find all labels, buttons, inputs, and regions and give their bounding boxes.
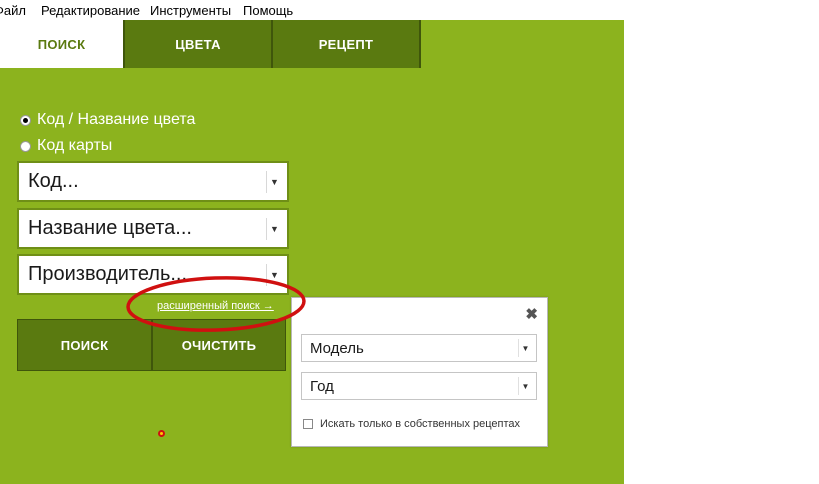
- color-name-dropdown[interactable]: Название цвета... ▼: [17, 208, 289, 249]
- radio-code-name[interactable]: Код / Название цвета: [20, 111, 195, 129]
- search-button[interactable]: ПОИСК: [17, 319, 152, 371]
- manufacturer-dropdown-value: Производитель...: [28, 263, 188, 285]
- model-dropdown[interactable]: Модель ▼: [301, 334, 537, 362]
- chevron-down-icon[interactable]: ▼: [266, 170, 282, 193]
- menu-file[interactable]: Файл: [0, 3, 26, 18]
- advanced-search-link[interactable]: расширенный поиск →: [157, 300, 274, 312]
- radio-button-checked[interactable]: [20, 114, 31, 126]
- model-dropdown-value: Модель: [310, 339, 364, 357]
- chevron-down-icon[interactable]: ▼: [266, 263, 282, 286]
- menu-help[interactable]: Помощь: [243, 3, 293, 18]
- tab-colors[interactable]: ЦВЕТА: [125, 20, 273, 68]
- chevron-down-icon[interactable]: ▼: [518, 377, 532, 395]
- radio-button[interactable]: [20, 140, 31, 152]
- own-recipes-option[interactable]: Искать только в собственных рецептах: [303, 418, 520, 430]
- own-recipes-label: Искать только в собственных рецептах: [320, 418, 521, 430]
- tab-bar: ПОИСК ЦВЕТА РЕЦЕПТ: [0, 20, 624, 68]
- own-recipes-checkbox[interactable]: [303, 419, 313, 429]
- radio-card-code-label: Код карты: [37, 137, 113, 154]
- close-icon[interactable]: ✖: [525, 305, 538, 323]
- tab-search[interactable]: ПОИСК: [0, 20, 125, 68]
- menu-edit[interactable]: Редактирование: [41, 3, 140, 18]
- chevron-down-icon[interactable]: ▼: [518, 339, 532, 357]
- color-name-dropdown-value: Название цвета...: [28, 217, 192, 239]
- menu-bar: Файл Редактирование Инструменты Помощь: [0, 0, 819, 20]
- menu-tools[interactable]: Инструменты: [150, 3, 231, 18]
- clear-button[interactable]: ОЧИСТИТЬ: [152, 319, 286, 371]
- manufacturer-dropdown[interactable]: Производитель... ▼: [17, 254, 289, 295]
- radio-code-name-label: Код / Название цвета: [37, 111, 196, 128]
- code-dropdown[interactable]: Код... ▼: [17, 161, 289, 202]
- year-dropdown[interactable]: Год ▼: [301, 372, 537, 400]
- application-window: Файл Редактирование Инструменты Помощь П…: [0, 0, 819, 484]
- cursor-marker: [158, 430, 165, 437]
- year-dropdown-value: Год: [310, 377, 334, 395]
- radio-card-code[interactable]: Код карты: [20, 137, 112, 155]
- chevron-down-icon[interactable]: ▼: [266, 217, 282, 240]
- code-dropdown-value: Код...: [28, 170, 79, 192]
- tab-recipe[interactable]: РЕЦЕПТ: [273, 20, 421, 68]
- advanced-search-popup: ✖ Модель ▼ Год ▼ Искать только в собстве…: [291, 297, 548, 447]
